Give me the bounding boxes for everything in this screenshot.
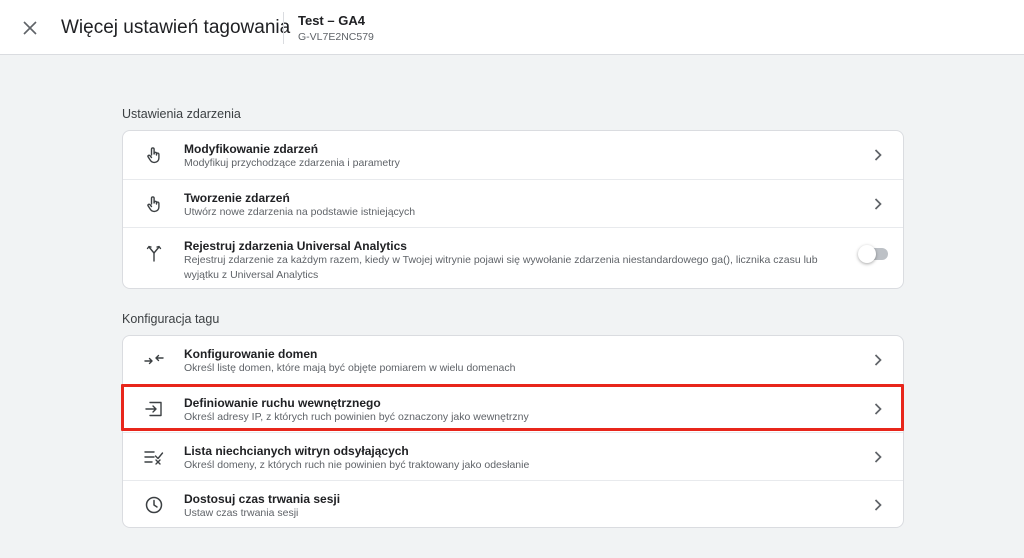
list-check-icon [144,447,164,467]
touch-icon [144,194,164,214]
row-description: Określ domeny, z których ruch nie powini… [184,459,530,471]
chevron-right-icon [871,197,885,211]
chevron-right-icon [871,353,885,367]
row-description: Rejestruj zdarzenie za każdym razem, kie… [184,254,818,281]
fork-icon [144,243,164,263]
row-description: Określ adresy IP, z których ruch powinie… [184,411,529,423]
top-bar: Więcej ustawień tagowania Test – GA4 G-V… [0,0,1024,55]
list-item-unwanted-referrals[interactable]: Lista niechcianych witryn odsyłających O… [123,432,903,480]
event-settings-card: Modyfikowanie zdarzeń Modyfikuj przychod… [122,130,904,289]
input-icon [144,399,164,419]
close-icon [23,21,37,35]
arrows-inward-icon [144,350,164,370]
property-name: Test – GA4 [298,13,365,28]
close-button[interactable] [18,16,42,40]
chevron-right-icon [871,148,885,162]
chevron-right-icon [871,450,885,464]
header-divider [283,12,284,44]
list-item-create-events[interactable]: Tworzenie zdarzeń Utwórz nowe zdarzenia … [123,179,903,227]
row-title: Rejestruj zdarzenia Universal Analytics [184,239,407,253]
section-title-tag-configuration: Konfiguracja tagu [122,312,220,326]
row-description: Określ listę domen, które mają być objęt… [184,362,516,374]
section-title-event-settings: Ustawienia zdarzenia [122,107,241,121]
toggle-knob [858,245,876,263]
row-title: Tworzenie zdarzeń [184,191,290,205]
touch-icon [144,145,164,165]
row-title: Dostosuj czas trwania sesji [184,492,341,506]
list-item-modify-events[interactable]: Modyfikowanie zdarzeń Modyfikuj przychod… [123,131,903,179]
tag-configuration-card: Konfigurowanie domen Określ listę domen,… [122,335,904,528]
row-title: Lista niechcianych witryn odsyłających [184,444,409,458]
list-item-session-timeout[interactable]: Dostosuj czas trwania sesji Ustaw czas t… [123,480,903,528]
row-description: Modyfikuj przychodzące zdarzenia i param… [184,157,400,169]
list-item-configure-domains[interactable]: Konfigurowanie domen Określ listę domen,… [123,336,903,384]
chevron-right-icon [871,498,885,512]
property-id: G-VL7E2NC579 [298,31,374,43]
chevron-right-icon [871,402,885,416]
row-description: Utwórz nowe zdarzenia na podstawie istni… [184,206,416,218]
ua-events-toggle[interactable] [858,245,888,263]
row-description: Ustaw czas trwania sesji [184,507,299,519]
list-item-define-internal-traffic[interactable]: Definiowanie ruchu wewnętrznego Określ a… [123,384,903,432]
list-item-log-ua-events: Rejestruj zdarzenia Universal Analytics … [123,227,903,289]
row-title: Modyfikowanie zdarzeń [184,142,319,156]
row-title: Konfigurowanie domen [184,347,318,361]
row-title: Definiowanie ruchu wewnętrznego [184,396,381,410]
clock-icon [144,495,164,515]
page-title: Więcej ustawień tagowania [61,17,291,38]
